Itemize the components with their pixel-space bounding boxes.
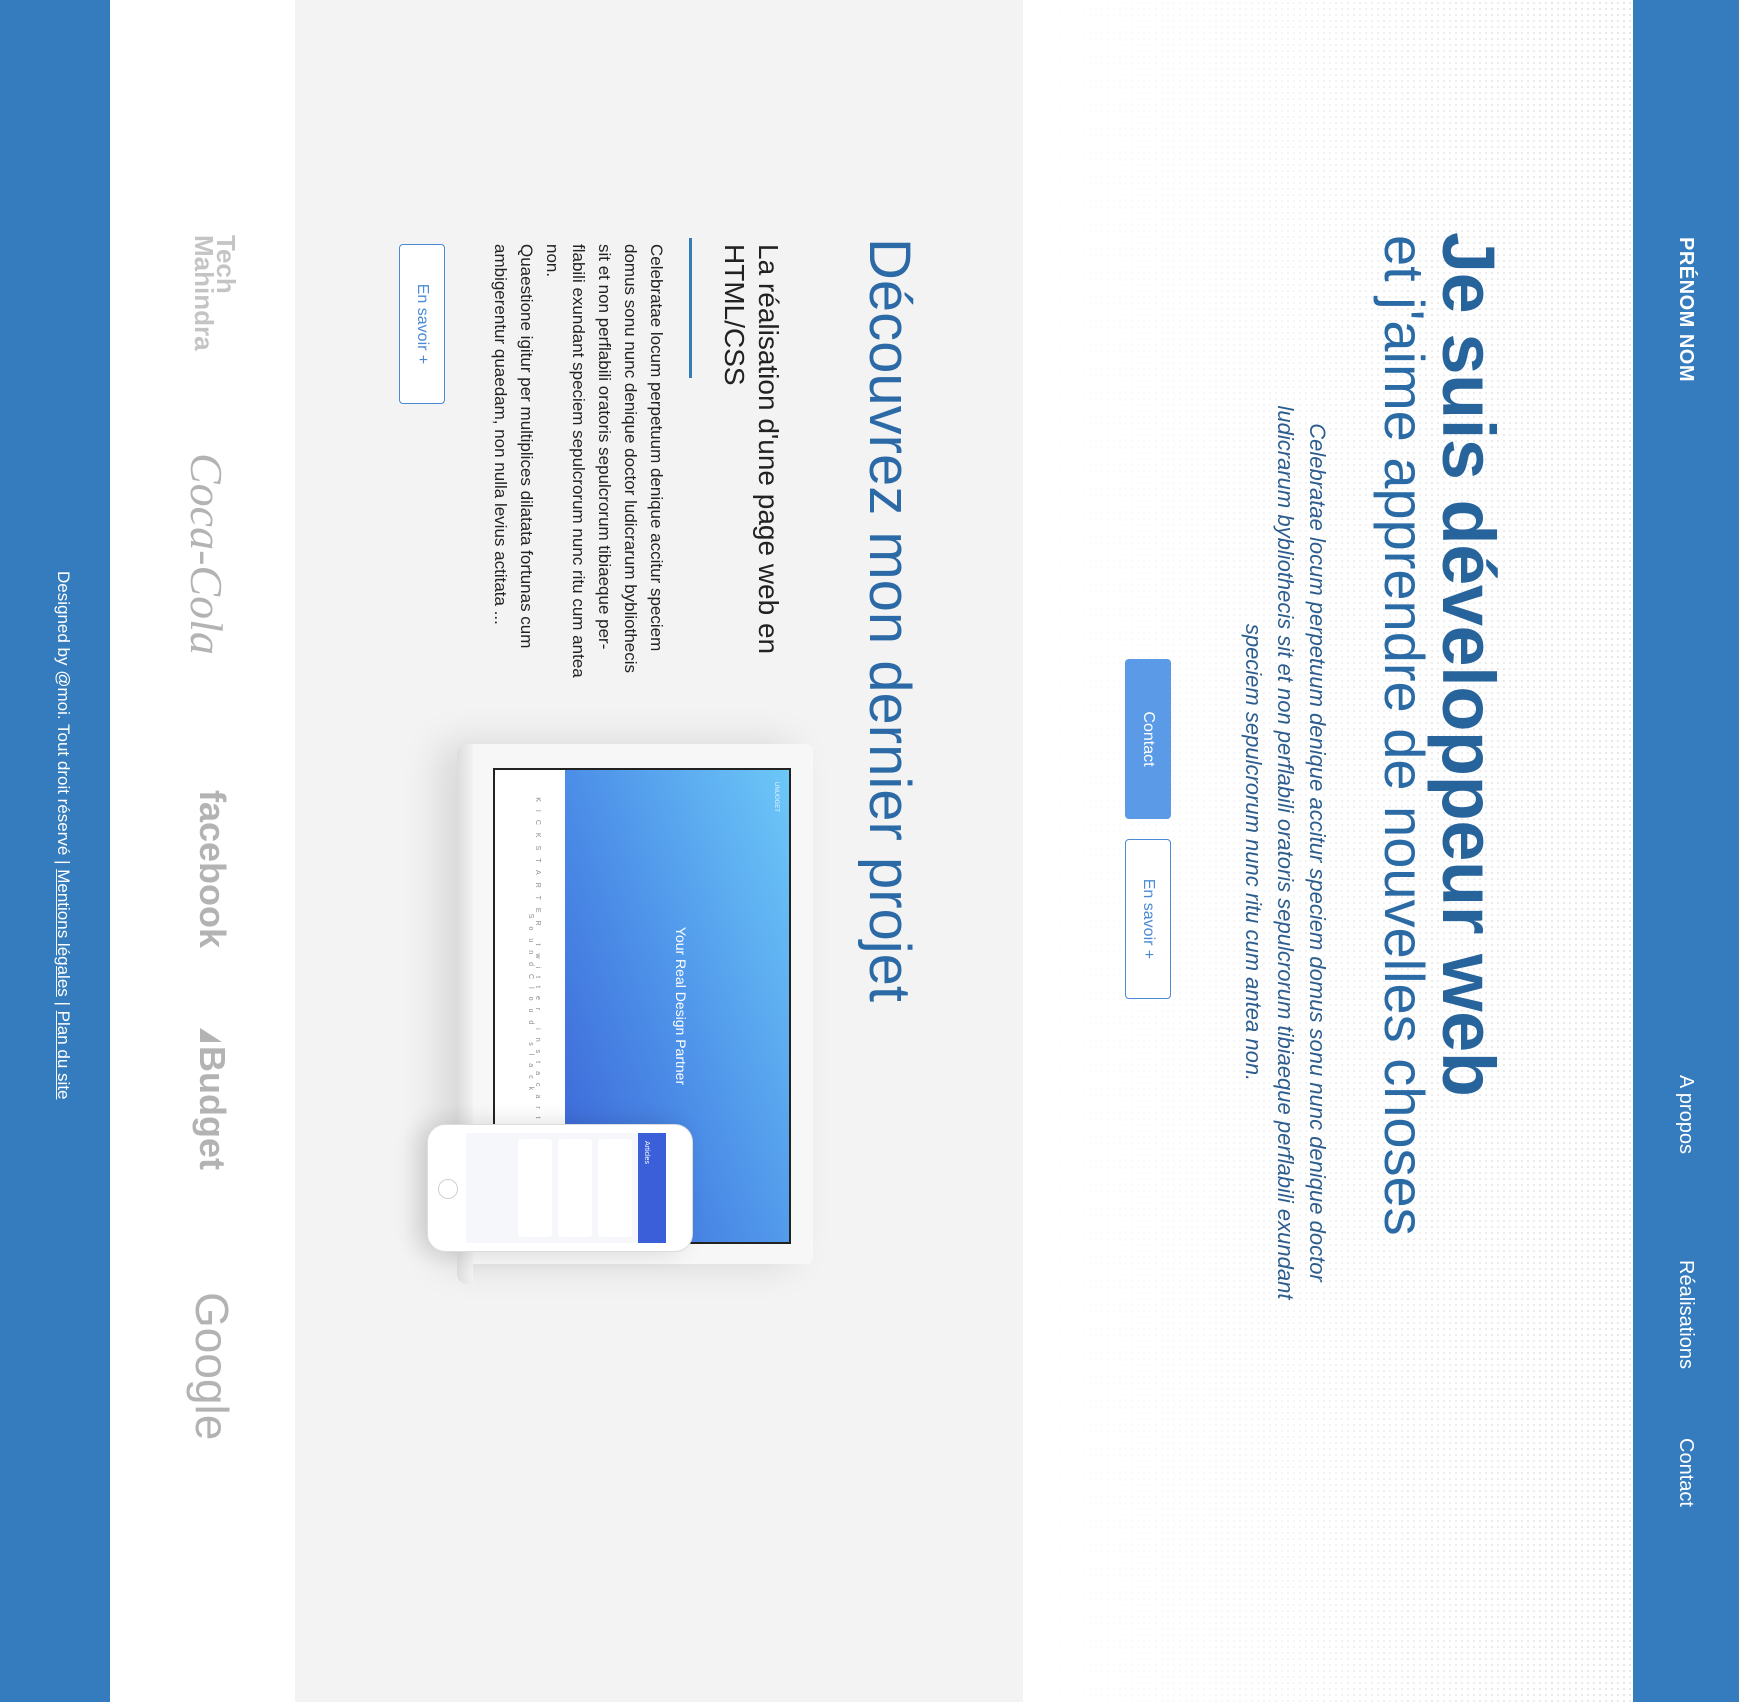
budget-logo-text: Budget xyxy=(192,1046,233,1170)
hero-text: Celebratae locum perpetuum denique accit… xyxy=(1241,405,1330,1300)
phone-screen: Articles xyxy=(466,1133,666,1243)
hero-subtitle: et j'aime apprendre de nouvelles choses xyxy=(1373,235,1436,1236)
site-footer: Designed by @moi. Tout droit réservé | M… xyxy=(0,0,110,1702)
legal-notice-link[interactable]: Mentions légales xyxy=(54,869,73,997)
budget-flag-icon xyxy=(200,1028,222,1042)
budget-logo: Budget xyxy=(191,1028,233,1170)
facebook-logo: facebook xyxy=(192,790,233,949)
phone-mockup-image: Articles xyxy=(427,1124,693,1252)
hero-section: Je suis développeur web et j'aime appren… xyxy=(1023,0,1633,1702)
phone-card xyxy=(598,1139,632,1237)
tech-mahindra-logo: Tech Mahindra xyxy=(189,235,241,351)
project-divider xyxy=(689,238,692,378)
sitemap-link[interactable]: Plan du site xyxy=(54,1011,73,1100)
site-header: PRÉNOM NOM A propos Réalisations Contact xyxy=(1633,0,1739,1702)
footer-credit-text: Designed by @moi. Tout droit réservé | xyxy=(54,571,73,870)
contact-button[interactable]: Contact xyxy=(1125,659,1171,819)
google-logo: Google xyxy=(186,1292,238,1441)
phone-home-button xyxy=(438,1179,458,1199)
hero-more-button[interactable]: En savoir + xyxy=(1125,839,1171,999)
phone-screen-title: Articles xyxy=(643,1141,650,1164)
nav-item-contact[interactable]: Contact xyxy=(1633,1438,1739,1507)
hero-title: Je suis développeur web xyxy=(1427,232,1510,1097)
page: PRÉNOM NOM A propos Réalisations Contact… xyxy=(0,0,1739,1702)
phone-card xyxy=(558,1139,592,1237)
footer-separator: | xyxy=(54,996,73,1011)
project-paragraph-2: Quaestione igitur per multiplices dilata… xyxy=(491,244,536,649)
phone-screen-header: Articles xyxy=(638,1133,666,1243)
project-paragraph-1: Celebratae locum perpetuum denique accit… xyxy=(543,244,666,678)
coca-cola-logo: Coca-Cola xyxy=(181,453,232,655)
phone-card xyxy=(518,1139,552,1237)
project-more-button[interactable]: En savoir + xyxy=(399,244,445,404)
project-subtitle: La réalisation d'une page web en HTML/CS… xyxy=(719,244,784,655)
laptop-screen-nav: UNUOGET xyxy=(773,782,779,812)
nav-item-a-propos[interactable]: A propos xyxy=(1633,1075,1739,1154)
tech-mahindra-logo-text: Tech Mahindra xyxy=(189,235,241,351)
nav-item-realisations[interactable]: Réalisations xyxy=(1633,1260,1739,1369)
footer-credits: Designed by @moi. Tout droit réservé | M… xyxy=(17,571,110,1100)
project-title: Découvrez mon dernier projet xyxy=(857,238,922,1003)
brand-name[interactable]: PRÉNOM NOM xyxy=(1633,237,1739,382)
project-section: Découvrez mon dernier projet La réalisat… xyxy=(295,0,1023,1702)
project-description: Celebratae locum perpetuum denique accit… xyxy=(487,244,669,684)
clients-section: Tech Mahindra Coca-Cola facebook Budget … xyxy=(110,0,295,1702)
